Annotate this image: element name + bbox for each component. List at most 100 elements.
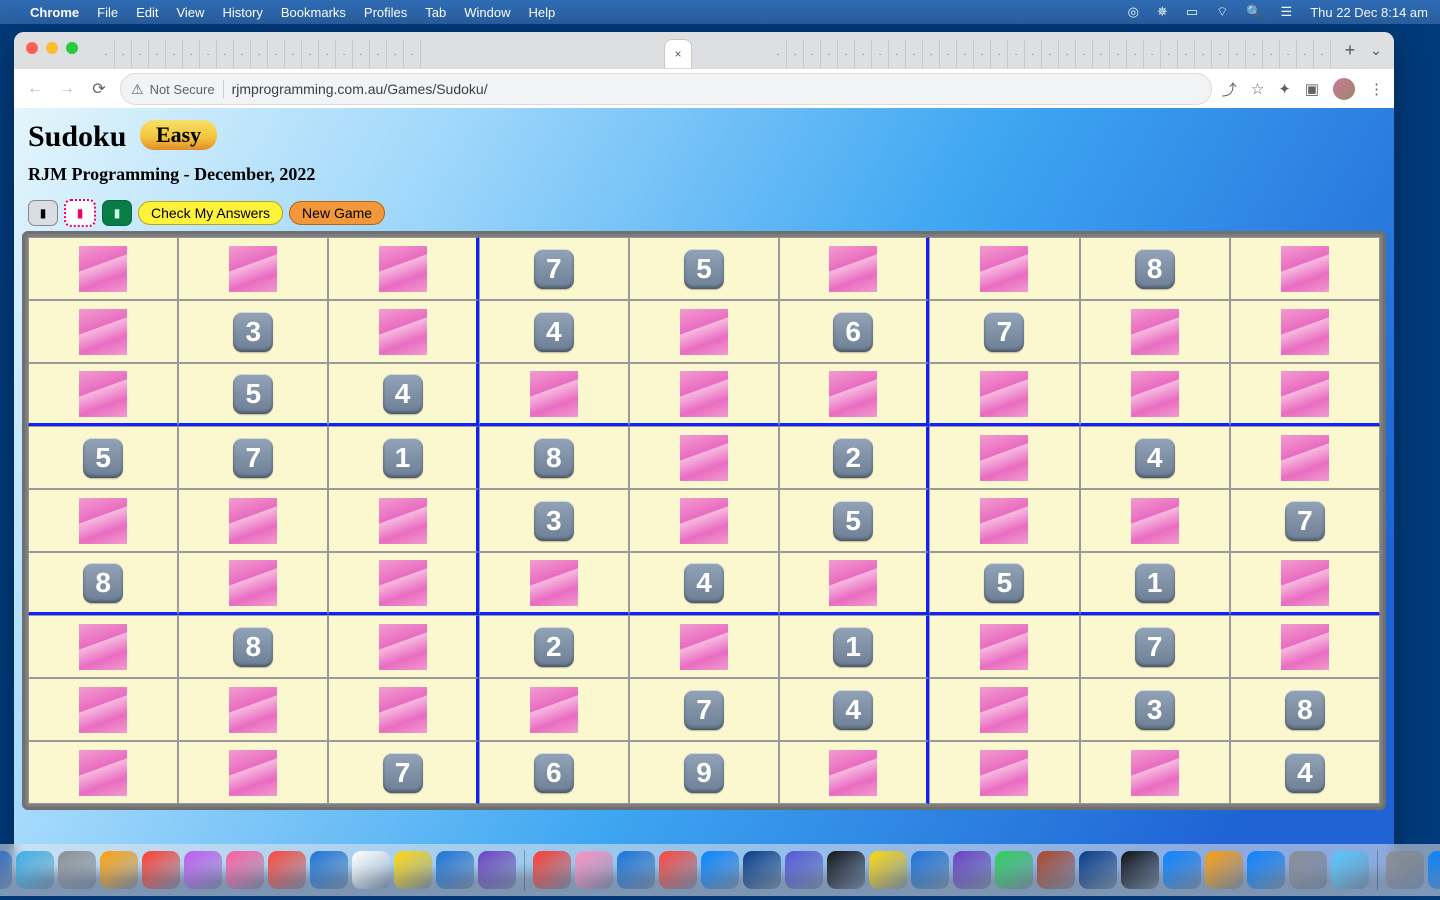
sudoku-cell-r9-c7[interactable] [929, 741, 1079, 804]
background-tab[interactable]: · [132, 40, 149, 68]
new-tab-button[interactable]: + [1336, 40, 1364, 61]
background-tab[interactable]: · [183, 40, 200, 68]
sudoku-cell-r9-c2[interactable] [178, 741, 328, 804]
background-tab[interactable]: · [285, 40, 302, 68]
dock-app[interactable] [1289, 851, 1327, 889]
sudoku-cell-r1-c3[interactable] [328, 237, 478, 300]
dock-app[interactable] [1121, 851, 1159, 889]
sel-2-button[interactable]: ▮ [64, 199, 96, 227]
sudoku-cell-r6-c3[interactable] [328, 552, 478, 615]
background-tab[interactable]: · [1280, 40, 1297, 68]
dock-app[interactable] [58, 851, 96, 889]
sudoku-cell-r5-c8[interactable] [1080, 489, 1230, 552]
sudoku-cell-r2-c1[interactable] [28, 300, 178, 363]
empty-cell-tile[interactable] [229, 498, 277, 544]
dock-app[interactable] [1079, 851, 1117, 889]
sudoku-cell-r1-c6[interactable] [779, 237, 929, 300]
empty-cell-tile[interactable] [530, 687, 578, 733]
menubar-app-name[interactable]: Chrome [30, 5, 79, 20]
empty-cell-tile[interactable] [229, 687, 277, 733]
sudoku-cell-r6-c6[interactable] [779, 552, 929, 615]
dock-app[interactable] [1037, 851, 1075, 889]
dock-app[interactable] [352, 851, 390, 889]
forward-button[interactable]: → [56, 80, 78, 98]
new-game-button[interactable]: New Game [289, 201, 385, 225]
menu-profiles[interactable]: Profiles [364, 5, 407, 20]
sudoku-cell-r3-c1[interactable] [28, 363, 178, 426]
background-tab[interactable]: · [200, 40, 217, 68]
empty-cell-tile[interactable] [1131, 309, 1179, 355]
empty-cell-tile[interactable] [980, 750, 1028, 796]
battery-icon[interactable]: ▭ [1186, 4, 1198, 20]
empty-cell-tile[interactable] [79, 687, 127, 733]
background-tab[interactable]: · [217, 40, 234, 68]
background-tab[interactable]: · [906, 40, 923, 68]
window-traffic-lights[interactable] [26, 42, 78, 54]
dock-app[interactable] [268, 851, 306, 889]
background-tab[interactable]: · [804, 40, 821, 68]
sudoku-cell-r7-c5[interactable] [629, 615, 779, 678]
background-tab[interactable]: · [387, 40, 404, 68]
empty-cell-tile[interactable] [680, 435, 728, 481]
background-tab[interactable]: · [889, 40, 906, 68]
sudoku-cell-r5-c2[interactable] [178, 489, 328, 552]
empty-cell-tile[interactable] [530, 560, 578, 606]
dock-app[interactable] [310, 851, 348, 889]
background-tab[interactable]: · [1229, 40, 1246, 68]
tabs-overflow-icon[interactable]: ⌄ [1364, 42, 1388, 59]
dock-app[interactable] [953, 851, 991, 889]
background-tab[interactable]: · [336, 40, 353, 68]
sudoku-cell-r5-c1[interactable] [28, 489, 178, 552]
dock-app[interactable] [911, 851, 949, 889]
background-tab[interactable]: · [1042, 40, 1059, 68]
empty-cell-tile[interactable] [79, 309, 127, 355]
mac-dock[interactable] [0, 844, 1440, 896]
empty-cell-tile[interactable] [980, 371, 1028, 417]
dock-app[interactable] [533, 851, 571, 889]
wifi-icon[interactable]: ⌔ [1216, 4, 1228, 20]
background-tab[interactable]: · [1178, 40, 1195, 68]
background-tab[interactable]: · [149, 40, 166, 68]
background-tab[interactable]: · [1008, 40, 1025, 68]
background-tab[interactable]: · [1127, 40, 1144, 68]
background-tab[interactable]: · [166, 40, 183, 68]
sudoku-cell-r3-c5[interactable] [629, 363, 779, 426]
background-tab[interactable]: · [1110, 40, 1127, 68]
sudoku-cell-r9-c1[interactable] [28, 741, 178, 804]
empty-cell-tile[interactable] [379, 246, 427, 292]
sudoku-cell-r1-c1[interactable] [28, 237, 178, 300]
background-tab[interactable]: · [770, 40, 787, 68]
security-indicator[interactable]: ⚠ Not Secure [131, 81, 215, 98]
dock-app[interactable] [701, 851, 739, 889]
background-tab[interactable]: · [98, 40, 115, 68]
close-tab-icon[interactable]: × [674, 47, 681, 61]
sudoku-cell-r2-c3[interactable] [328, 300, 478, 363]
dock-app[interactable] [1428, 851, 1440, 889]
dock-app[interactable] [436, 851, 474, 889]
bluetooth-icon[interactable]: ✵ [1157, 4, 1168, 20]
dock-app[interactable] [1331, 851, 1369, 889]
background-tab[interactable]: · [1144, 40, 1161, 68]
background-tab[interactable]: · [353, 40, 370, 68]
dock-app[interactable] [0, 851, 12, 889]
empty-cell-tile[interactable] [680, 624, 728, 670]
empty-cell-tile[interactable] [680, 498, 728, 544]
dock-app[interactable] [659, 851, 697, 889]
spotlight-icon[interactable]: 🔍 [1246, 4, 1262, 20]
background-tab[interactable]: · [1246, 40, 1263, 68]
background-tab[interactable]: · [1314, 40, 1331, 68]
empty-cell-tile[interactable] [229, 246, 277, 292]
dock-app[interactable] [1163, 851, 1201, 889]
empty-cell-tile[interactable] [79, 371, 127, 417]
empty-cell-tile[interactable] [379, 498, 427, 544]
menu-window[interactable]: Window [464, 5, 510, 20]
empty-cell-tile[interactable] [1281, 624, 1329, 670]
background-tab[interactable]: · [1195, 40, 1212, 68]
sudoku-cell-r3-c8[interactable] [1080, 363, 1230, 426]
dock-app[interactable] [1247, 851, 1285, 889]
background-tab[interactable]: · [251, 40, 268, 68]
empty-cell-tile[interactable] [379, 687, 427, 733]
empty-cell-tile[interactable] [829, 560, 877, 606]
zoom-window-icon[interactable] [66, 42, 78, 54]
background-tab[interactable]: · [1263, 40, 1280, 68]
